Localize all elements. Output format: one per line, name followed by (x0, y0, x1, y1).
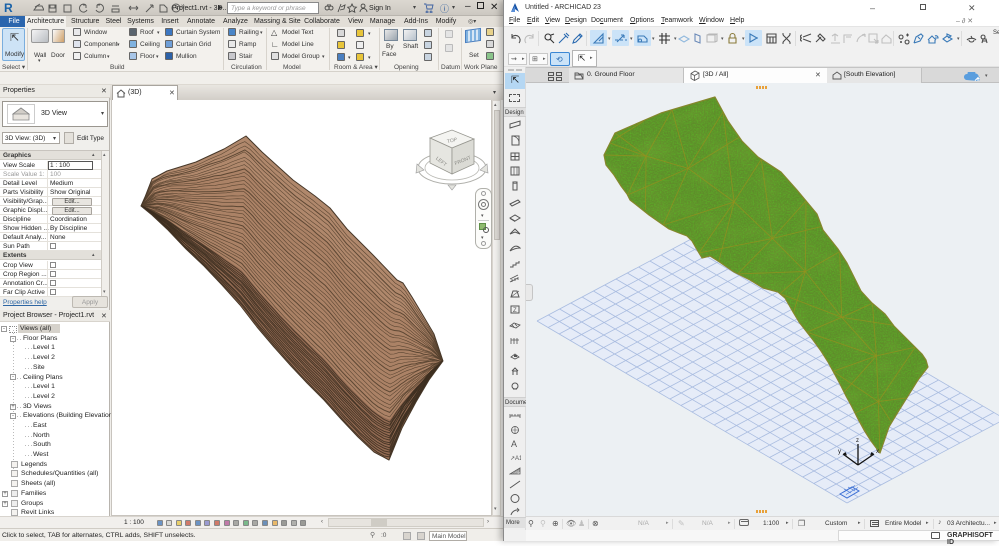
svg-text:Z: Z (513, 308, 517, 314)
svg-text:↗A1: ↗A1 (510, 456, 521, 462)
svg-text:A: A (511, 439, 517, 449)
svg-text:y: y (838, 449, 841, 455)
svg-text:z: z (856, 438, 859, 444)
svg-text:x: x (876, 449, 879, 455)
